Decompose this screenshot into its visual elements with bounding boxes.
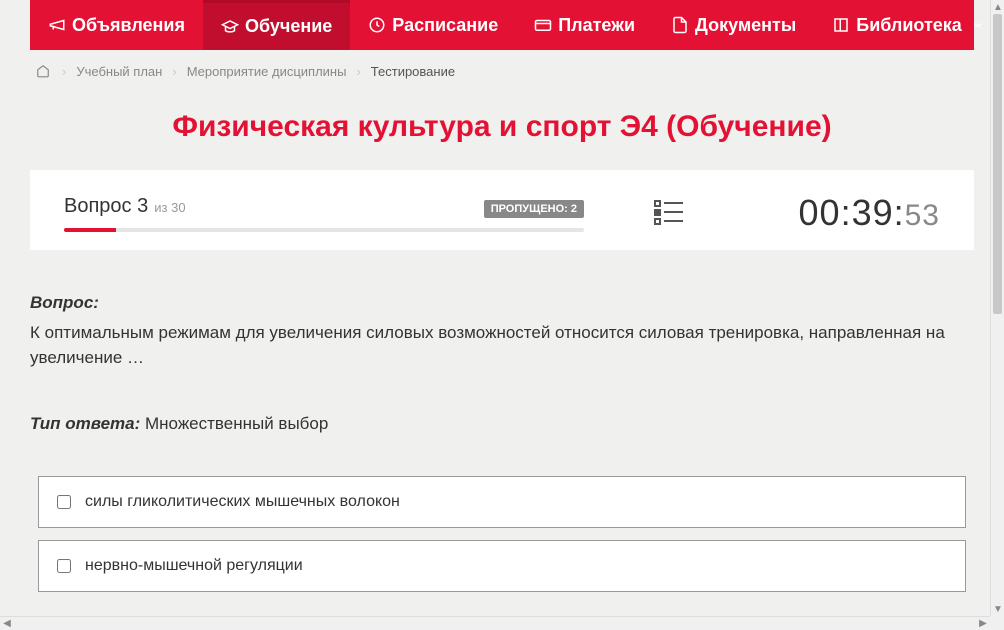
chevron-right-icon: ›	[62, 64, 66, 79]
nav-item-label: Объявления	[72, 15, 185, 36]
answer-type-value: Множественный выбор	[145, 414, 328, 433]
breadcrumb-current: Тестирование	[371, 64, 455, 79]
graduation-icon	[221, 18, 239, 36]
answer-option-text: нервно-мышечной регуляции	[85, 557, 303, 575]
nav-item-document[interactable]: Документы	[653, 0, 814, 50]
question-label: Вопрос:	[30, 293, 99, 312]
nav-item-label: Расписание	[392, 15, 498, 36]
nav-item-label: Документы	[695, 15, 796, 36]
page-title: Физическая культура и спорт Э4 (Обучение…	[0, 110, 1004, 144]
chevron-down-icon	[972, 15, 984, 36]
scroll-down-arrow-icon[interactable]: ▼	[991, 602, 1004, 616]
card-icon	[534, 16, 552, 34]
nav-item-label: Платежи	[558, 15, 635, 36]
scroll-up-arrow-icon[interactable]: ▲	[991, 0, 1004, 14]
book-icon	[832, 16, 850, 34]
nav-item-megaphone[interactable]: Объявления	[30, 0, 203, 50]
answer-checkbox[interactable]	[57, 495, 71, 509]
timer: 00:39:53	[799, 192, 940, 234]
megaphone-icon	[48, 16, 66, 34]
nav-item-book[interactable]: Библиотека	[814, 0, 1002, 50]
answer-checkbox[interactable]	[57, 559, 71, 573]
question-text: К оптимальным режимам для увеличения сил…	[30, 320, 974, 371]
clock-icon	[368, 16, 386, 34]
answer-option-text: силы гликолитических мышечных волокон	[85, 493, 400, 511]
question-total: из 30	[154, 200, 185, 215]
progress-bar	[64, 228, 584, 232]
nav-item-label: Обучение	[245, 16, 332, 37]
nav-item-label: Библиотека	[856, 15, 962, 36]
document-icon	[671, 16, 689, 34]
skipped-badge: ПРОПУЩЕНО: 2	[484, 200, 584, 218]
answer-option[interactable]: нервно-мышечной регуляции	[38, 540, 966, 592]
answer-options: силы гликолитических мышечных волокон нер…	[30, 476, 974, 592]
horizontal-scrollbar[interactable]: ◀ ▶	[0, 616, 990, 630]
breadcrumb-item[interactable]: Учебный план	[76, 64, 162, 79]
chevron-right-icon: ›	[356, 64, 360, 79]
breadcrumb: › Учебный план › Мероприятие дисциплины …	[34, 62, 970, 80]
home-icon[interactable]	[34, 62, 52, 80]
status-panel: Вопрос 3 из 30 ПРОПУЩЕНО: 2 00:39:53	[30, 170, 974, 250]
chevron-right-icon: ›	[172, 64, 176, 79]
answer-type-label: Тип ответа:	[30, 414, 140, 433]
vertical-scrollbar[interactable]: ▲ ▼	[990, 0, 1004, 616]
nav-item-card[interactable]: Платежи	[516, 0, 653, 50]
question-number-label: Вопрос 3	[64, 195, 148, 218]
breadcrumb-item[interactable]: Мероприятие дисциплины	[187, 64, 347, 79]
top-nav: Объявления Обучение Расписание Платежи Докум…	[30, 0, 974, 50]
question-list-icon[interactable]	[654, 198, 684, 229]
answer-option[interactable]: силы гликолитических мышечных волокон	[38, 476, 966, 528]
scroll-right-arrow-icon[interactable]: ▶	[976, 617, 990, 630]
nav-item-graduation[interactable]: Обучение	[203, 0, 350, 50]
nav-item-clock[interactable]: Расписание	[350, 0, 516, 50]
scroll-left-arrow-icon[interactable]: ◀	[0, 617, 14, 630]
